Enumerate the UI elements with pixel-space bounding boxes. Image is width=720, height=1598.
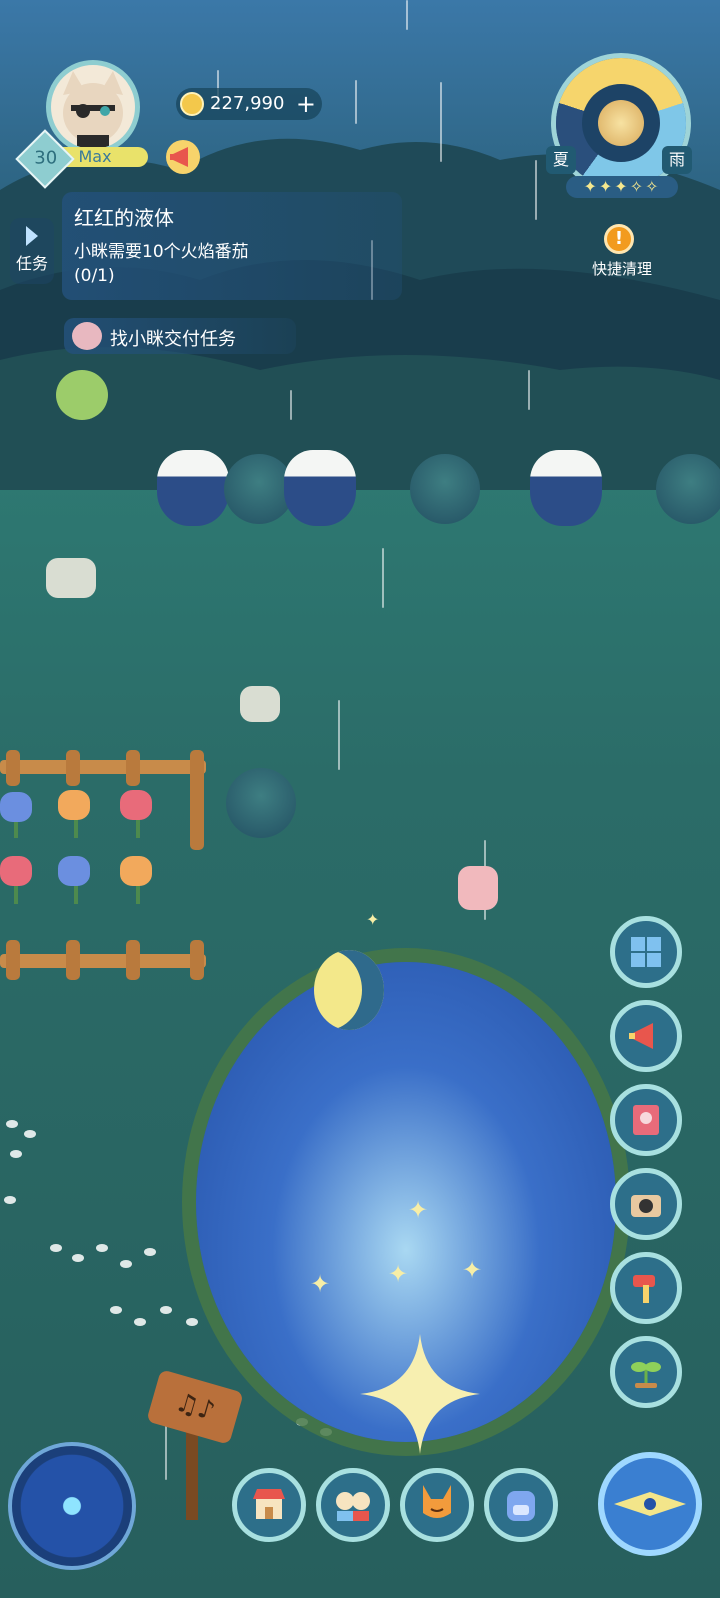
blue-flower[interactable] — [58, 856, 90, 886]
backpack-button[interactable] — [484, 1468, 558, 1542]
megaphone-icon — [629, 1023, 653, 1049]
hammer-button[interactable] — [610, 1252, 682, 1324]
fence-post — [126, 940, 140, 980]
quest-hint-text: 找小眯交付任务 — [110, 329, 236, 350]
quest-description: 小眯需要10个火焰番茄 (0/1) — [74, 242, 249, 286]
bush[interactable] — [656, 454, 720, 524]
rock[interactable] — [46, 558, 96, 598]
pink-plant[interactable] — [458, 866, 498, 910]
fence-post — [6, 750, 20, 786]
rock[interactable] — [240, 686, 280, 722]
compass-button[interactable] — [598, 1452, 702, 1556]
clover-plant[interactable] — [56, 370, 108, 420]
fence-post — [190, 750, 204, 850]
coin-icon — [180, 92, 204, 116]
friends-icon — [336, 1492, 370, 1521]
orange-flower[interactable] — [58, 790, 90, 820]
moon-icon — [314, 950, 384, 1030]
quest-panel[interactable]: 红红的液体 小眯需要10个火焰番茄 (0/1) — [62, 192, 402, 300]
coin-counter[interactable]: 227,990 + — [176, 88, 322, 120]
quest-hint[interactable]: 找小眯交付任务 — [64, 318, 296, 354]
sprout-icon — [631, 1362, 661, 1388]
calendar-button[interactable] — [610, 916, 682, 988]
red-flower[interactable] — [0, 856, 32, 886]
fence-post — [66, 750, 80, 786]
fence — [0, 954, 206, 968]
backpack-icon — [507, 1491, 535, 1521]
expand-arrow-icon — [26, 226, 38, 246]
camera-icon — [631, 1195, 661, 1217]
camera-button[interactable] — [610, 1168, 682, 1240]
fence-post — [6, 940, 20, 980]
quest-tab-label: 任务 — [15, 254, 48, 273]
snow-bush[interactable] — [530, 450, 602, 526]
fence-post — [66, 940, 80, 980]
announcement-icon[interactable] — [164, 138, 202, 176]
fox-icon — [423, 1485, 451, 1518]
red-flower[interactable] — [120, 790, 152, 820]
fence-post — [190, 940, 204, 980]
orange-flower[interactable] — [120, 856, 152, 886]
shop-button[interactable] — [232, 1468, 306, 1542]
npc-portrait-icon — [72, 322, 102, 350]
sun-icon — [598, 100, 644, 146]
bush[interactable] — [226, 768, 296, 838]
compass-needle-icon — [614, 1492, 686, 1516]
cat-pirate-icon — [63, 71, 123, 149]
coin-amount: 227,990 — [210, 93, 285, 114]
weather-stars: ✦✦✦✧✧ — [566, 176, 678, 198]
calendar-icon — [631, 937, 661, 967]
fence-post — [126, 750, 140, 786]
book-button[interactable] — [610, 1084, 682, 1156]
snow-bush[interactable] — [157, 450, 229, 526]
sparkle-icon — [360, 1334, 480, 1454]
blue-flower[interactable] — [0, 792, 32, 822]
hammer-icon — [633, 1275, 655, 1303]
bush[interactable] — [410, 454, 480, 524]
weather-label: 雨 — [662, 146, 692, 174]
pet-button[interactable] — [400, 1468, 474, 1542]
magic-circle-button[interactable] — [8, 1442, 136, 1570]
quest-title: 红红的液体 — [74, 206, 174, 230]
quest-progress: (0/1) — [74, 266, 115, 286]
book-icon — [633, 1105, 659, 1135]
shop-icon — [253, 1489, 285, 1519]
quick-clean-button[interactable]: ! — [604, 224, 634, 254]
friends-button[interactable] — [316, 1468, 390, 1542]
season-label: 夏 — [546, 146, 576, 174]
announcement-button[interactable] — [610, 1000, 682, 1072]
quick-clean-label: 快捷清理 — [592, 260, 653, 278]
add-coins-button[interactable]: + — [296, 88, 316, 120]
sprout-button[interactable] — [610, 1336, 682, 1408]
fence — [0, 760, 206, 774]
snow-bush[interactable] — [284, 450, 356, 526]
quest-toggle-tab[interactable]: 任务 — [10, 218, 54, 284]
